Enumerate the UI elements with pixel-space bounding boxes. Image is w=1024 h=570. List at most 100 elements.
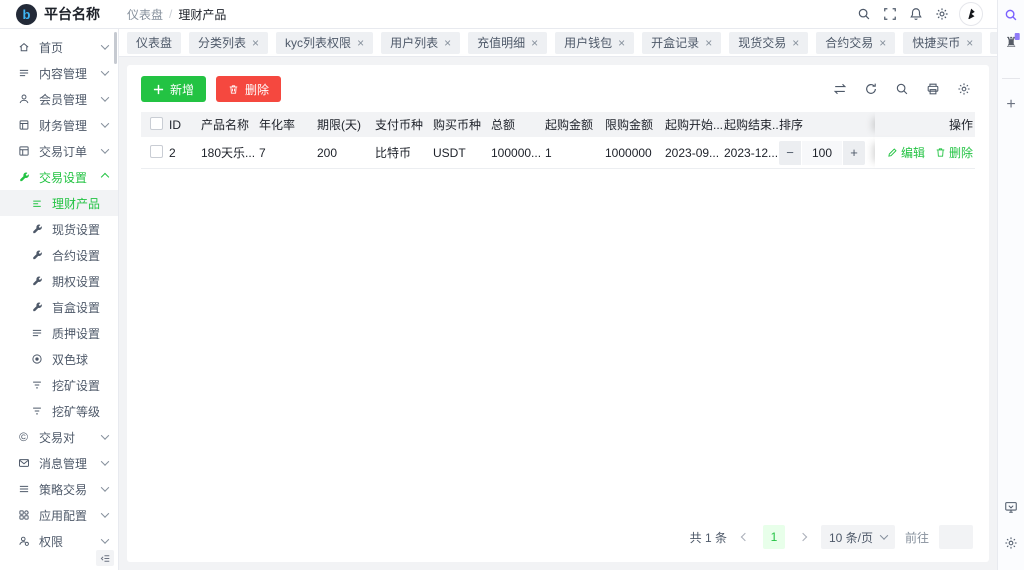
sidebar: 首页 内容管理 会员管理 财务管理	[0, 29, 119, 570]
chevron-down-icon	[101, 119, 109, 127]
page-number-button[interactable]: 1	[763, 525, 785, 549]
add-button[interactable]: 新增	[141, 76, 206, 102]
sidebar-item-trading-pairs[interactable]: © 交易对	[0, 424, 118, 450]
cell-pay-coin: 比特币	[375, 144, 433, 161]
tab-box-records[interactable]: 开盒记录×	[642, 32, 721, 54]
sidebar-item-option-settings[interactable]: 期权设置	[0, 268, 118, 294]
orders-icon	[17, 145, 30, 157]
sidebar-item-content[interactable]: 内容管理	[0, 60, 118, 86]
page-size-select[interactable]: 10 条/页	[821, 525, 895, 549]
table-tools	[833, 82, 975, 96]
wrench-icon	[30, 275, 43, 287]
filter-icon	[30, 379, 43, 391]
row-checkbox[interactable]	[150, 145, 163, 158]
prev-page-button[interactable]	[737, 529, 753, 545]
sort-value[interactable]: 100	[802, 141, 842, 165]
minus-icon[interactable]: −	[779, 141, 801, 165]
col-annual-rate: 年化率	[259, 116, 317, 133]
rail-extension-icon[interactable]: ♜	[1005, 34, 1018, 51]
close-icon[interactable]: ×	[966, 37, 973, 49]
apps-icon	[17, 509, 30, 521]
close-icon[interactable]: ×	[252, 37, 259, 49]
goto-label: 前往	[905, 529, 929, 546]
collapse-sidebar-icon[interactable]	[96, 550, 114, 566]
page-jump-input[interactable]	[939, 525, 973, 549]
next-page-button[interactable]	[795, 529, 811, 545]
breadcrumb: 仪表盘 / 理财产品	[127, 6, 226, 23]
breadcrumb-dashboard[interactable]: 仪表盘	[127, 6, 163, 23]
search-icon[interactable]	[851, 1, 877, 27]
rail-search-icon[interactable]	[1004, 8, 1018, 22]
user-icon	[17, 93, 30, 105]
tab-kyc-list[interactable]: kyc列表权限×	[276, 32, 373, 54]
search-icon[interactable]	[895, 82, 909, 96]
sidebar-item-wealth-products[interactable]: 理财产品	[0, 190, 118, 216]
tab-user-wallet[interactable]: 用户钱包×	[555, 32, 634, 54]
sidebar-item-messages[interactable]: 消息管理	[0, 450, 118, 476]
data-table: ID 产品名称 年化率 期限(天) 支付币种 购买币种 总额 起购金额 限购金额…	[141, 112, 975, 169]
tab-spot-trading[interactable]: 现货交易×	[729, 32, 808, 54]
sidebar-item-mining-settings[interactable]: 挖矿设置	[0, 372, 118, 398]
plus-icon[interactable]: +	[843, 141, 865, 165]
tab-deposit-detail[interactable]: 充值明细×	[468, 32, 547, 54]
tab-contract-trading[interactable]: 合约交易×	[816, 32, 895, 54]
sidebar-item-blindbox-settings[interactable]: 盲盒设置	[0, 294, 118, 320]
sidebar-item-mining-levels[interactable]: 挖矿等级	[0, 398, 118, 424]
rail-add-icon[interactable]: +	[1006, 96, 1015, 114]
sidebar-item-spot-settings[interactable]: 现货设置	[0, 216, 118, 242]
settings-icon[interactable]	[957, 82, 971, 96]
sidebar-item-orders[interactable]: 交易订单	[0, 138, 118, 164]
table-row: 2 180天乐... 7 200 比特币 USDT 100000... 1 10…	[141, 137, 975, 169]
settings-icon[interactable]	[929, 1, 955, 27]
mail-icon	[17, 457, 30, 469]
cell-limit-buy: 1000000	[605, 146, 665, 160]
chevron-down-icon	[880, 531, 888, 539]
refresh-icon[interactable]	[864, 82, 878, 96]
rail-monitor-icon[interactable]	[1004, 500, 1018, 514]
notification-icon[interactable]	[903, 1, 929, 27]
app-body: 首页 内容管理 会员管理 财务管理	[0, 29, 997, 570]
col-total: 总额	[491, 116, 545, 133]
chevron-down-icon	[101, 145, 109, 153]
table-header-row: ID 产品名称 年化率 期限(天) 支付币种 购买币种 总额 起购金额 限购金额…	[141, 112, 975, 137]
rail-extension-badge	[1014, 33, 1019, 40]
sidebar-item-pledge-settings[interactable]: 质押设置	[0, 320, 118, 346]
chevron-up-icon	[101, 173, 109, 181]
table-card: 新增 删除	[127, 65, 989, 562]
swap-icon[interactable]	[833, 82, 847, 96]
tab-user-list[interactable]: 用户列表×	[381, 32, 460, 54]
tab-quick-buy[interactable]: 快捷买币×	[903, 32, 982, 54]
fullscreen-icon[interactable]	[877, 1, 903, 27]
logo[interactable]: b 平台名称	[0, 4, 119, 25]
permission-icon	[17, 535, 30, 547]
sidebar-item-finance[interactable]: 财务管理	[0, 112, 118, 138]
edit-button[interactable]: 编辑	[887, 144, 925, 161]
sidebar-item-two-color-ball[interactable]: 双色球	[0, 346, 118, 372]
select-all-checkbox[interactable]	[150, 117, 163, 130]
sidebar-item-contract-settings[interactable]: 合约设置	[0, 242, 118, 268]
cell-product-name: 180天乐...	[201, 144, 259, 161]
printer-icon[interactable]	[926, 82, 940, 96]
close-icon[interactable]: ×	[444, 37, 451, 49]
rail-settings-icon[interactable]	[1004, 536, 1018, 550]
tab-category-list[interactable]: 分类列表×	[189, 32, 268, 54]
row-delete-button[interactable]: 删除	[935, 144, 973, 161]
sidebar-scrollbar[interactable]	[114, 32, 117, 64]
close-icon[interactable]: ×	[531, 37, 538, 49]
tab-dashboard[interactable]: 仪表盘	[127, 32, 181, 54]
delete-button[interactable]: 删除	[216, 76, 281, 102]
sidebar-item-strategy-trading[interactable]: 策略交易	[0, 476, 118, 502]
sidebar-item-members[interactable]: 会员管理	[0, 86, 118, 112]
close-icon[interactable]: ×	[705, 37, 712, 49]
chevron-down-icon	[101, 457, 109, 465]
sidebar-item-app-config[interactable]: 应用配置	[0, 502, 118, 528]
copyright-icon: ©	[17, 430, 30, 444]
close-icon[interactable]: ×	[618, 37, 625, 49]
close-icon[interactable]: ×	[357, 37, 364, 49]
sidebar-item-trade-settings[interactable]: 交易设置	[0, 164, 118, 190]
col-actions: 操作	[875, 112, 975, 137]
close-icon[interactable]: ×	[792, 37, 799, 49]
avatar[interactable]	[959, 2, 983, 26]
close-icon[interactable]: ×	[879, 37, 886, 49]
sidebar-item-home[interactable]: 首页	[0, 34, 118, 60]
